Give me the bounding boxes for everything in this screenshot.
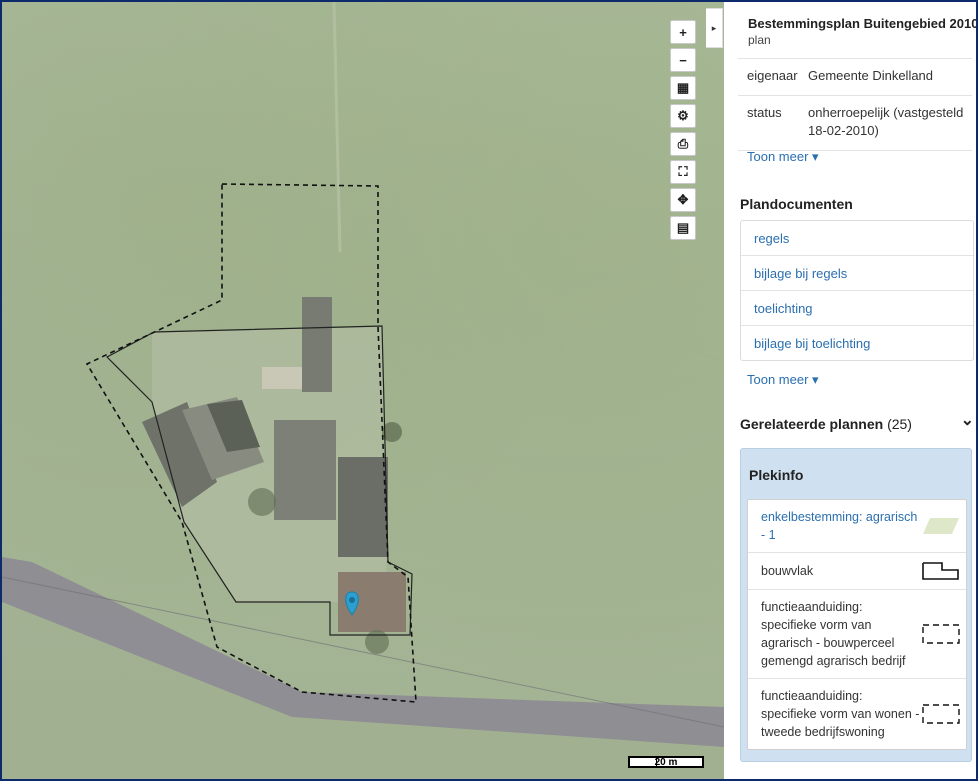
chevron-down-icon: ⌄ [960, 412, 974, 429]
map-view[interactable]: + − ▦ ⚙ ⎙ ⛶ ✥ ▤ ▸ 20 m [2, 2, 724, 779]
meta-value: Gemeente Dinkelland [808, 68, 934, 83]
plekinfo-panel: Plekinfo enkelbestemming: agrarisch - 1 … [740, 448, 972, 762]
gear-icon[interactable]: ⚙ [670, 104, 696, 128]
plekinfo-item: functieaanduiding: specifieke vorm van w… [748, 679, 966, 749]
map-controls: + − ▦ ⚙ ⎙ ⛶ ✥ ▤ [670, 20, 696, 244]
zoom-in-button[interactable]: + [670, 20, 696, 44]
collapse-panel-button[interactable]: ▸ [706, 8, 723, 48]
scale-bar: 20 m [628, 756, 704, 768]
aerial-map [2, 2, 724, 779]
dashed-boundary-symbol-icon [920, 704, 960, 724]
meta-value: onherroepelijk (vastgesteld 18-02-2010) [808, 105, 964, 138]
doc-link-regels[interactable]: regels [741, 221, 973, 256]
fullscreen-icon[interactable]: ⛶ [670, 160, 696, 184]
side-panel: Bestemmingsplan Buitengebied 2010 plan e… [724, 2, 976, 779]
related-plans-toggle[interactable]: Gerelateerde plannen (25) ⌄ [740, 412, 974, 433]
related-plans-heading: Gerelateerde plannen [740, 416, 884, 432]
plekinfo-label[interactable]: enkelbestemming: agrarisch - 1 [761, 508, 920, 544]
plekinfo-heading: Plekinfo [749, 467, 804, 483]
related-plans-count: (25) [887, 416, 912, 432]
zoom-out-button[interactable]: − [670, 48, 696, 72]
cut-off-text: plan [748, 34, 771, 46]
meta-row-owner: eigenaar Gemeente Dinkelland [738, 58, 972, 95]
print-icon[interactable]: ⎙ [670, 132, 696, 156]
plan-metadata: eigenaar Gemeente Dinkelland status onhe… [738, 58, 972, 151]
ruler-icon[interactable]: ▦ [670, 76, 696, 100]
meta-row-status: status onherroepelijk (vastgesteld 18-02… [738, 95, 972, 151]
plekinfo-item[interactable]: enkelbestemming: agrarisch - 1 [748, 500, 966, 553]
legend-icon[interactable]: ▤ [670, 216, 696, 240]
plekinfo-list: enkelbestemming: agrarisch - 1 bouwvlak … [747, 499, 967, 750]
toon-meer-meta-link[interactable]: Toon meer ▾ [747, 149, 819, 165]
locate-icon[interactable]: ✥ [670, 188, 696, 212]
meta-key: eigenaar [747, 68, 798, 83]
plekinfo-item: bouwvlak [748, 553, 966, 590]
plekinfo-item: functieaanduiding: specifieke vorm van a… [748, 590, 966, 679]
plekinfo-label: functieaanduiding: specifieke vorm van a… [761, 600, 906, 668]
doc-link-bijlage-regels[interactable]: bijlage bij regels [741, 256, 973, 291]
plekinfo-label: bouwvlak [761, 564, 814, 578]
app-frame: + − ▦ ⚙ ⎙ ⛶ ✥ ▤ ▸ 20 m Bestemmingsplan B… [0, 0, 978, 781]
dashed-boundary-symbol-icon [920, 624, 960, 644]
plekinfo-label: functieaanduiding: specifieke vorm van w… [761, 689, 920, 739]
plan-documents-list: regels bijlage bij regels toelichting bi… [740, 220, 974, 361]
bouwvlak-symbol-icon [920, 561, 960, 581]
scale-label: 20 m [654, 756, 678, 768]
meta-key: status [747, 105, 782, 120]
doc-link-toelichting[interactable]: toelichting [741, 291, 973, 326]
plan-title: Bestemmingsplan Buitengebied 2010 [748, 16, 976, 31]
zoning-green-symbol-icon [920, 517, 960, 535]
toon-meer-docs-link[interactable]: Toon meer ▾ [747, 372, 819, 388]
doc-link-bijlage-toelichting[interactable]: bijlage bij toelichting [741, 326, 973, 360]
plandocumenten-heading: Plandocumenten [740, 196, 853, 212]
